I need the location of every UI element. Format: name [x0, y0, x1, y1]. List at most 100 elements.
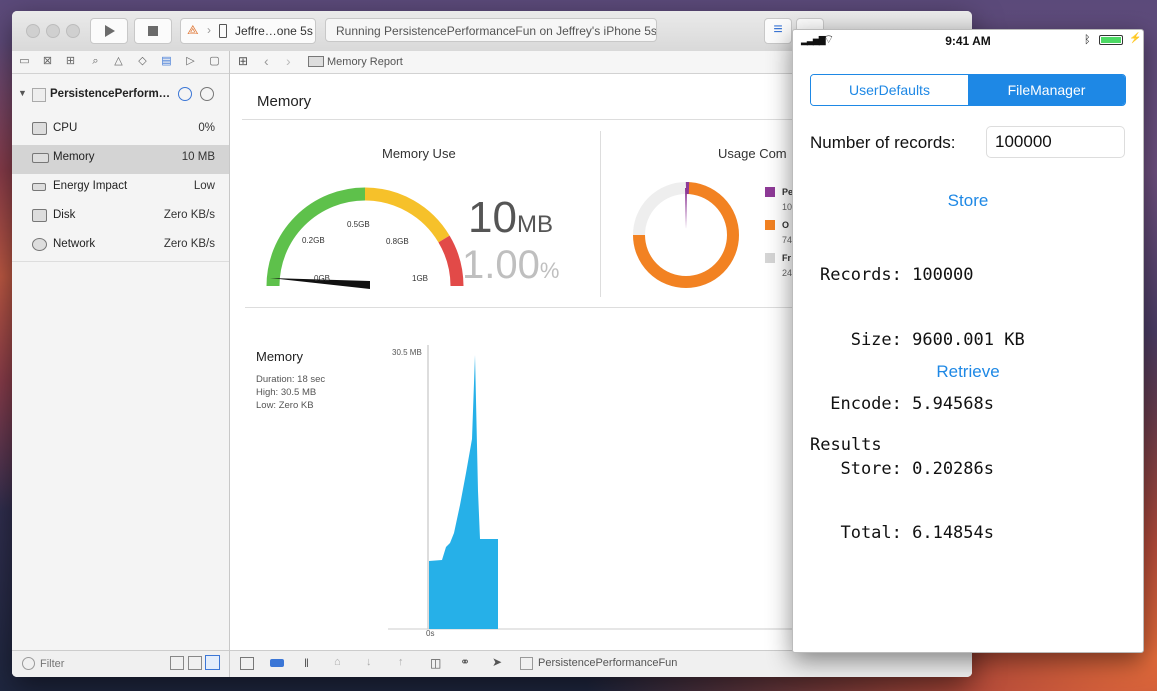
report-title: Memory	[257, 93, 312, 110]
battery-icon	[1099, 35, 1123, 45]
memory-chip-icon	[308, 56, 324, 67]
memory-value: 10	[468, 193, 517, 242]
location-icon[interactable]: ➤	[492, 655, 502, 669]
debug-icon[interactable]: ▤	[160, 55, 173, 68]
results-label: Results	[810, 435, 882, 455]
forward-arrow-icon[interactable]: ›	[286, 53, 291, 69]
gauges-filter-icon[interactable]	[205, 655, 220, 670]
step-out-icon[interactable]: ↑	[398, 656, 404, 668]
memory-value-readout: 10MB	[468, 193, 553, 243]
timeline-low: Low: Zero KB	[256, 400, 314, 411]
tick-label: 0.5GB	[347, 220, 370, 229]
project-name: PersistencePerform…	[50, 88, 171, 100]
navigator-selector-bar: ▭ ⊠ ⊞ ⌕ △ ◇ ▤ ▷ ▢	[12, 51, 229, 74]
run-button[interactable]	[90, 18, 128, 44]
memory-graph-icon[interactable]: ⚭	[460, 655, 470, 669]
tick-label: 0.8GB	[386, 237, 409, 246]
percent-sign: %	[539, 258, 560, 283]
storage-segmented-control: UserDefaults FileManager	[810, 74, 1126, 106]
scheme-device-label: Jeffre…one 5s	[235, 24, 313, 38]
breadcrumb-memory-report[interactable]: Memory Report	[327, 56, 403, 68]
results-output: Records: 100000 Size: 9600.001 KB Encode…	[820, 222, 1025, 588]
energy-gauge[interactable]: Energy Impact Low	[12, 174, 229, 203]
related-items-icon[interactable]: ⊞	[238, 54, 248, 68]
tick-label: 0GB	[314, 274, 330, 283]
disclosure-triangle-icon[interactable]: ▼	[18, 88, 27, 98]
legend-label: Fr	[782, 253, 791, 263]
filter-input[interactable]	[38, 654, 172, 674]
retrieve-button[interactable]: Retrieve	[793, 362, 1143, 382]
store-button[interactable]: Store	[793, 191, 1143, 211]
app-icon: ⟁	[187, 22, 199, 37]
gauge-label: Disk	[53, 209, 76, 221]
battery-icon	[32, 183, 46, 191]
navigator-filter-bar	[12, 650, 229, 677]
charging-icon: ⚡	[1129, 33, 1142, 44]
timeline-duration: Duration: 18 sec	[256, 374, 326, 385]
gauge-label: Energy Impact	[53, 180, 128, 192]
folder-icon[interactable]: ▭	[18, 55, 31, 68]
records-field[interactable]	[986, 126, 1125, 158]
usage-donut-chart	[633, 181, 739, 288]
report-icon[interactable]: ▢	[208, 55, 221, 68]
network-gauge[interactable]: Network Zero KB/s	[12, 232, 229, 262]
test-icon[interactable]: ◇	[136, 55, 149, 68]
zoom-button[interactable]	[66, 24, 80, 38]
result-size: Size: 9600.001 KB	[820, 329, 1025, 350]
result-total: Total: 6.14854s	[820, 523, 994, 543]
source-control-icon[interactable]: ⊠	[41, 55, 54, 68]
filter-icon	[22, 657, 35, 670]
gauge-label: Network	[53, 238, 96, 250]
gauge-value: Low	[193, 180, 215, 192]
warning-icon[interactable]: △	[112, 55, 125, 68]
memory-use-gauge: 0GB 0.2GB 0.5GB 0.8GB 1GB	[266, 187, 464, 289]
close-button[interactable]	[26, 24, 40, 38]
debug-target-label[interactable]: PersistencePerformanceFun	[538, 657, 677, 669]
breakpoints-toggle-icon[interactable]	[270, 659, 284, 667]
grid-filter-icon[interactable]	[188, 656, 202, 670]
pause-icon[interactable]: ‖	[304, 656, 309, 670]
hide-debug-area-icon[interactable]	[240, 657, 254, 670]
legend-swatch-orange	[765, 220, 775, 230]
result-records: Records: 100000	[820, 265, 974, 285]
step-into-icon[interactable]: ↓	[366, 656, 372, 668]
legend-value: 10	[782, 202, 793, 212]
back-arrow-icon[interactable]: ‹	[264, 53, 269, 69]
stop-button[interactable]	[134, 18, 172, 44]
memory-icon	[32, 153, 49, 163]
timeline-title: Memory	[256, 349, 303, 364]
activity-status: Running PersistencePerformanceFun on Jef…	[325, 18, 657, 42]
records-label: Number of records:	[810, 133, 956, 152]
gauge-value: 10 MB	[181, 151, 215, 163]
chevron-right-icon: ›	[207, 23, 211, 37]
view-hierarchy-icon[interactable]: ◫	[430, 656, 441, 670]
iphone-icon	[219, 24, 227, 38]
bluetooth-icon: ᛒ	[1084, 34, 1091, 46]
tick-label: 0.2GB	[302, 236, 325, 245]
tick-label: 1GB	[412, 274, 428, 283]
step-over-icon[interactable]: ⌂	[334, 656, 341, 668]
stop-icon	[148, 26, 158, 36]
legend-value: 74	[782, 235, 793, 245]
search-icon[interactable]: ⌕	[89, 55, 102, 68]
gauge-value: 0%	[198, 122, 215, 134]
memory-gauge[interactable]: Memory 10 MB	[12, 145, 229, 174]
breakpoint-icon[interactable]: ▷	[184, 55, 197, 68]
segment-userdefaults[interactable]: UserDefaults	[811, 75, 968, 105]
debug-navigator: ▭ ⊠ ⊞ ⌕ △ ◇ ▤ ▷ ▢ ▼ PersistencePerform… …	[12, 51, 230, 677]
result-encode: Encode: 5.94568s	[820, 394, 994, 414]
threads-icon	[200, 87, 214, 101]
minimize-button[interactable]	[46, 24, 60, 38]
standard-editor-button[interactable]: ≡	[764, 18, 792, 44]
segment-filemanager[interactable]: FileManager	[968, 75, 1125, 105]
symbol-icon[interactable]: ⊞	[64, 55, 77, 68]
list-filter-icon[interactable]	[170, 656, 184, 670]
gauge-icon	[178, 87, 192, 101]
memory-area-series	[429, 355, 498, 629]
disk-gauge[interactable]: Disk Zero KB/s	[12, 203, 229, 232]
project-row[interactable]: ▼ PersistencePerform…	[12, 84, 229, 106]
scheme-selector[interactable]: ⟁ › Jeffre…one 5s	[180, 18, 316, 44]
memory-timeline-chart	[388, 345, 800, 630]
cpu-gauge[interactable]: CPU 0%	[12, 116, 229, 145]
memory-percent: 1.00	[462, 243, 540, 287]
